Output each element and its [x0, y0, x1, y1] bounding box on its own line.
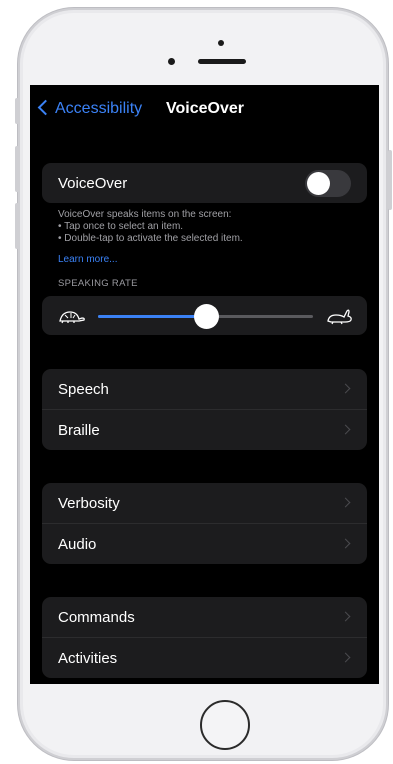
back-label: Accessibility	[55, 100, 143, 117]
list-item-verbosity[interactable]: Verbosity	[42, 483, 367, 523]
list-item-activities[interactable]: Activities	[42, 637, 367, 678]
mute-switch[interactable]	[15, 98, 19, 124]
home-button[interactable]	[200, 700, 250, 750]
voiceover-description: VoiceOver speaks items on the screen: • …	[58, 209, 358, 245]
list-item-braille[interactable]: Braille	[42, 409, 367, 450]
slider-thumb[interactable]	[193, 304, 219, 329]
voiceover-row: VoiceOver	[42, 163, 367, 203]
voiceover-label: VoiceOver	[58, 175, 128, 192]
list-item-audio[interactable]: Audio	[42, 523, 367, 564]
chevron-right-icon	[340, 538, 351, 549]
description-line: • Double-tap to activate the selected it…	[58, 233, 243, 244]
voiceover-toggle[interactable]	[305, 170, 351, 197]
chevron-right-icon	[340, 652, 351, 663]
front-sensor	[218, 40, 224, 46]
chevron-left-icon	[37, 99, 54, 116]
volume-down-button[interactable]	[15, 203, 19, 249]
earpiece-speaker	[198, 59, 246, 64]
voiceover-toggle-card: VoiceOver	[42, 163, 367, 203]
page-title: VoiceOver	[166, 100, 244, 117]
front-camera	[168, 58, 175, 65]
speech-braille-group: Speech Braille	[42, 369, 367, 450]
chevron-right-icon	[340, 611, 351, 622]
chevron-right-icon	[340, 497, 351, 508]
row-label: Speech	[58, 381, 109, 398]
row-label: Commands	[58, 609, 135, 626]
row-label: Activities	[58, 650, 118, 667]
toggle-knob	[307, 172, 330, 195]
speaking-rate-header: SPEAKING RATE	[58, 278, 138, 289]
chevron-right-icon	[340, 424, 351, 435]
learn-more-link[interactable]: Learn more...	[58, 254, 117, 265]
phone-screen: Accessibility VoiceOver VoiceOver VoiceO…	[30, 85, 379, 684]
commands-activities-group: Commands Activities	[42, 597, 367, 678]
speaking-rate-slider[interactable]	[98, 304, 313, 329]
speaking-rate-card	[42, 296, 367, 335]
verbosity-audio-group: Verbosity Audio	[42, 483, 367, 564]
row-label: Audio	[58, 536, 97, 553]
navigation-bar: Accessibility VoiceOver	[30, 85, 379, 135]
power-button[interactable]	[388, 150, 392, 210]
chevron-right-icon	[340, 383, 351, 394]
volume-up-button[interactable]	[15, 146, 19, 192]
hare-icon	[327, 309, 352, 325]
list-item-speech[interactable]: Speech	[42, 369, 367, 409]
list-item-commands[interactable]: Commands	[42, 597, 367, 637]
row-label: Braille	[58, 422, 100, 439]
description-line: VoiceOver speaks items on the screen:	[58, 209, 232, 220]
turtle-icon	[59, 311, 85, 324]
row-label: Verbosity	[58, 495, 120, 512]
slider-fill	[98, 315, 206, 318]
description-line: • Tap once to select an item.	[58, 221, 184, 232]
